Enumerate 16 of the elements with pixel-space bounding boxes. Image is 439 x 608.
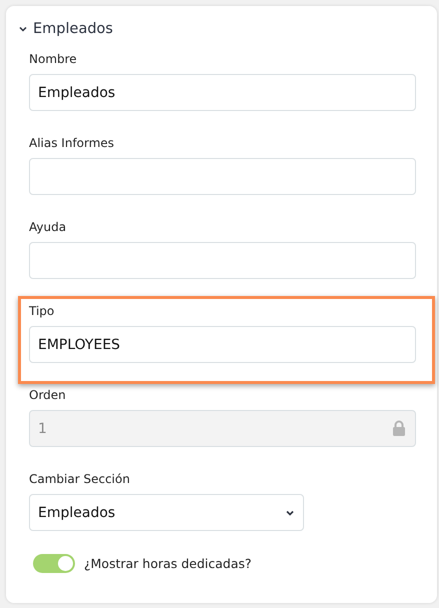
input-field[interactable] bbox=[29, 158, 416, 195]
chevron-icon bbox=[18, 24, 28, 34]
toggle-label: ¿Mostrar horas dedicadas? bbox=[84, 556, 252, 571]
section-header[interactable]: Empleados bbox=[18, 17, 113, 41]
dropdown[interactable]: Empleados bbox=[29, 494, 304, 531]
toggle-switch[interactable] bbox=[33, 554, 75, 573]
lock-icon bbox=[392, 420, 406, 436]
field-label: Orden bbox=[29, 388, 67, 402]
field-label: Cambiar Sección bbox=[29, 472, 131, 486]
field-label: Nombre bbox=[29, 52, 78, 66]
field-label: Tipo bbox=[29, 304, 56, 318]
input-field[interactable]: EMPLOYEES bbox=[29, 326, 416, 363]
input-field[interactable]: Empleados bbox=[29, 74, 416, 111]
field-label: Ayuda bbox=[29, 220, 68, 234]
input-field[interactable] bbox=[29, 242, 416, 279]
field-label: Alias Informes bbox=[29, 136, 116, 150]
